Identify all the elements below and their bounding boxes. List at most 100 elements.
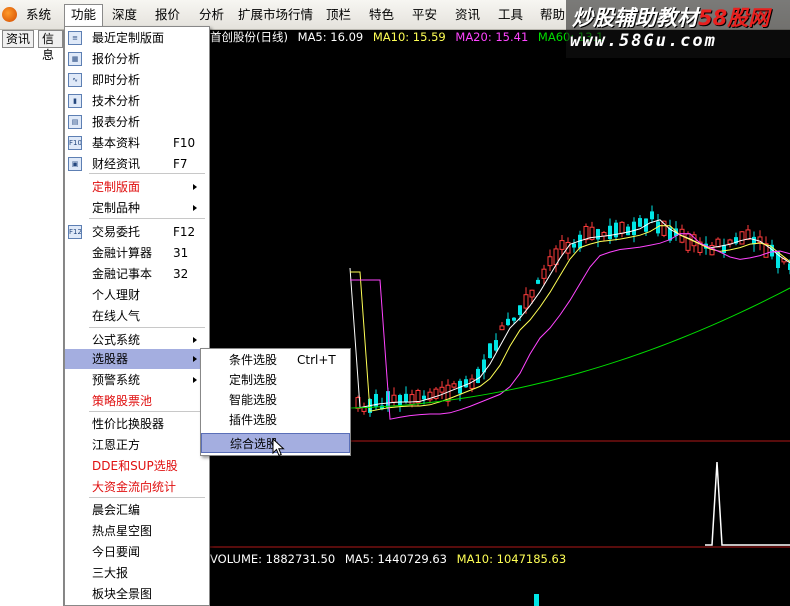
- menu-item-5[interactable]: F10 基本资料 F10: [65, 133, 209, 153]
- menu-item-shortcut: 32: [173, 267, 189, 281]
- menu-4[interactable]: 分析: [199, 5, 224, 25]
- menu-item-8[interactable]: 定制品种: [65, 198, 209, 218]
- menu-item-17[interactable]: 策略股票池: [65, 391, 209, 411]
- submenu-item-label: 条件选股: [229, 353, 278, 367]
- watermark: 炒股辅助教材58股网 www.58Gu.com: [566, 0, 790, 58]
- watermark-url: www.58Gu.com: [570, 31, 717, 51]
- menu-10[interactable]: 工具: [498, 5, 523, 25]
- menu-item-shortcut: F12: [173, 225, 196, 239]
- menu-item-14[interactable]: 公式系统: [65, 330, 209, 350]
- menu-item-15[interactable]: 选股器: [65, 349, 209, 369]
- menu-item-label: 交易委托: [92, 225, 141, 239]
- menu-item-label: 三大报: [92, 566, 129, 580]
- menu-item-11[interactable]: 金融记事本 32: [65, 264, 209, 284]
- menu-item-label: 今日要闻: [92, 545, 141, 559]
- menu-item-4[interactable]: ▤ 报表分析: [65, 112, 209, 132]
- menu-item-12[interactable]: 个人理财: [65, 285, 209, 305]
- menu-item-16[interactable]: 预警系统: [65, 370, 209, 390]
- candlestick-icon: ▮: [68, 94, 82, 108]
- submenu-item-label: 综合选股: [230, 437, 279, 451]
- menu-item-label: 定制品种: [92, 201, 141, 215]
- menu-item-label: 江恩正方: [92, 438, 141, 452]
- menu-7[interactable]: 特色: [369, 5, 394, 25]
- menu-item-0[interactable]: ≡ 最近定制版面: [65, 28, 209, 48]
- menu-item-9[interactable]: F12 交易委托 F12: [65, 222, 209, 242]
- watermark-text: 炒股辅助教材: [572, 6, 698, 30]
- menu-8[interactable]: 平安: [412, 5, 437, 25]
- menu-item-label: 晨会汇编: [92, 503, 141, 517]
- app-logo-icon[interactable]: [2, 7, 17, 22]
- volume-ma5: MA5: 1440729.63: [344, 552, 448, 566]
- menu-1[interactable]: 功能: [64, 4, 104, 26]
- watermark-brand: 58股网: [698, 6, 770, 30]
- menu-item-13[interactable]: 在线人气: [65, 306, 209, 326]
- menu-item-label: 选股器: [92, 352, 129, 366]
- submenu-arrow-icon: [193, 377, 197, 383]
- submenu-item-0[interactable]: 条件选股 Ctrl+T: [201, 350, 350, 370]
- menu-item-label: 在线人气: [92, 309, 141, 323]
- menu-item-7[interactable]: 定制版面: [65, 177, 209, 197]
- menu-item-label: 财经资讯: [92, 157, 141, 171]
- menu-item-label: 热点星空图: [92, 524, 153, 538]
- submenu-arrow-icon: [193, 337, 197, 343]
- submenu-arrow-icon: [193, 205, 197, 211]
- menu-item-2[interactable]: ∿ 即时分析: [65, 70, 209, 90]
- menu-separator: [89, 218, 205, 219]
- menu-item-19[interactable]: 江恩正方: [65, 435, 209, 455]
- menu-item-25[interactable]: 三大报: [65, 563, 209, 583]
- menu-item-label: 大资金流向统计: [92, 480, 177, 494]
- menu-item-label: 金融记事本: [92, 267, 153, 281]
- submenu-arrow-icon: [193, 356, 197, 362]
- menu-separator: [89, 411, 205, 412]
- menu-item-label: 板块全景图: [92, 587, 153, 601]
- table-icon: ▦: [68, 52, 82, 66]
- tab-news[interactable]: 资讯: [2, 30, 35, 48]
- menu-item-1[interactable]: ▦ 报价分析: [65, 49, 209, 69]
- volume-bar: [534, 594, 539, 606]
- menu-item-20[interactable]: DDE和SUP选股: [65, 456, 209, 476]
- submenu-arrow-icon: [193, 184, 197, 190]
- indicator-line: [705, 461, 790, 546]
- chart-area[interactable]: 首创股份(日线) MA5: 16.09 MA10: 15.59 MA20: 15…: [210, 30, 790, 606]
- volume-label: VOLUME: 1882731.50: [210, 552, 336, 566]
- submenu-item-2[interactable]: 智能选股: [201, 390, 350, 410]
- menu-item-22[interactable]: 晨会汇编: [65, 500, 209, 520]
- menu-5[interactable]: 扩展市场行情: [238, 5, 313, 25]
- menu-item-shortcut: 31: [173, 246, 189, 260]
- mouse-cursor-icon: [272, 438, 285, 457]
- menu-item-label: 性价比换股器: [92, 417, 165, 431]
- menu-item-label: 技术分析: [92, 94, 141, 108]
- menu-item-label: 公式系统: [92, 333, 141, 347]
- menu-11[interactable]: 帮助: [540, 5, 565, 25]
- menu-item-23[interactable]: 热点星空图: [65, 521, 209, 541]
- menu-item-label: 金融计算器: [92, 246, 153, 260]
- menu-item-label: DDE和SUP选股: [92, 459, 178, 473]
- menu-item-24[interactable]: 今日要闻: [65, 542, 209, 562]
- f12-icon: F12: [68, 225, 82, 239]
- menu-6[interactable]: 顶栏: [326, 5, 351, 25]
- report-icon: ▤: [68, 115, 82, 129]
- menu-9[interactable]: 资讯: [455, 5, 480, 25]
- submenu-item-label: 插件选股: [229, 413, 278, 427]
- menu-item-18[interactable]: 性价比换股器: [65, 414, 209, 434]
- menu-item-26[interactable]: 板块全景图: [65, 584, 209, 604]
- menu-0[interactable]: 系统: [26, 5, 51, 25]
- volume-info-line: VOLUME: 1882731.50 MA5: 1440729.63 MA10:…: [210, 552, 572, 566]
- menu-3[interactable]: 报价: [155, 5, 180, 25]
- menu-item-label: 最近定制版面: [92, 31, 165, 45]
- doc-icon: ≡: [68, 31, 82, 45]
- submenu-item-3[interactable]: 插件选股: [201, 410, 350, 430]
- menu-separator: [89, 497, 205, 498]
- menu-item-6[interactable]: ▣ 财经资讯 F7: [65, 154, 209, 174]
- f10-icon: F10: [68, 136, 82, 150]
- left-panel: 资讯 信息: [0, 30, 64, 606]
- menu-item-label: 定制版面: [92, 180, 141, 194]
- menu-item-10[interactable]: 金融计算器 31: [65, 243, 209, 263]
- menu-item-label: 策略股票池: [92, 394, 153, 408]
- menu-item-21[interactable]: 大资金流向统计: [65, 477, 209, 497]
- tab-info[interactable]: 信息: [38, 30, 63, 62]
- menu-2[interactable]: 深度: [112, 5, 137, 25]
- submenu-item-1[interactable]: 定制选股: [201, 370, 350, 390]
- submenu-item-shortcut: Ctrl+T: [297, 353, 336, 367]
- menu-item-3[interactable]: ▮ 技术分析: [65, 91, 209, 111]
